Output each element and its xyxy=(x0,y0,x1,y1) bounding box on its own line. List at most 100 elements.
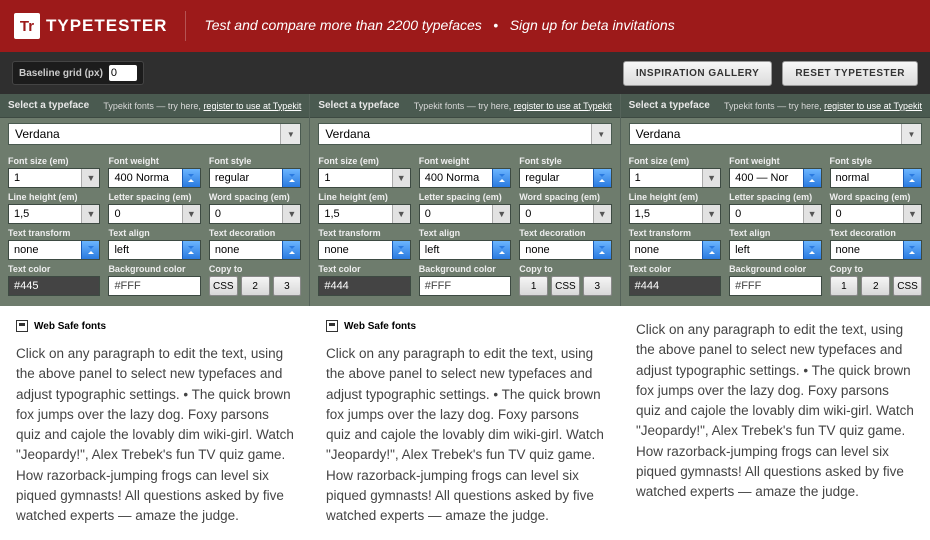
text-align-label: Text align xyxy=(108,228,200,238)
dropdown-icon xyxy=(182,241,200,259)
typeface-select[interactable]: Verdana ▼ xyxy=(318,123,611,145)
copy-button-1[interactable]: 1 xyxy=(519,276,548,296)
typekit-note: Typekit fonts — try here, register to us… xyxy=(103,101,301,111)
dropdown-icon: ▼ xyxy=(903,205,921,223)
font-style-field[interactable]: normal xyxy=(830,168,922,188)
copy-button-2[interactable]: 2 xyxy=(241,276,270,296)
font-style-label: Font style xyxy=(830,156,922,166)
text-transform-control: Text transform none xyxy=(318,228,410,260)
tagline-b[interactable]: Sign up for beta invitations xyxy=(510,17,675,33)
text-transform-label: Text transform xyxy=(629,228,721,238)
letter-spacing-label: Letter spacing (em) xyxy=(419,192,511,202)
typekit-link[interactable]: register to use at Typekit xyxy=(514,101,612,111)
font-weight-field[interactable]: 400 Norma xyxy=(108,168,200,188)
dropdown-icon xyxy=(593,241,611,259)
dropdown-icon: ▼ xyxy=(280,124,300,144)
text-decoration-field[interactable]: none xyxy=(830,240,922,260)
word-spacing-field[interactable]: 0 ▼ xyxy=(209,204,301,224)
copy-to-control: Copy to 1CSS3 xyxy=(519,264,611,296)
letter-spacing-field[interactable]: 0 ▼ xyxy=(108,204,200,224)
text-align-field[interactable]: left xyxy=(419,240,511,260)
logo[interactable]: Tr TYPETESTER xyxy=(14,13,167,39)
baseline-grid-control: Baseline grid (px) xyxy=(12,61,144,85)
dropdown-icon: ▼ xyxy=(282,205,300,223)
inspiration-gallery-button[interactable]: INSPIRATION GALLERY xyxy=(623,61,772,86)
copy-to-control: Copy to CSS23 xyxy=(209,264,301,296)
font-weight-field[interactable]: 400 — Nor xyxy=(729,168,821,188)
letter-spacing-field[interactable]: 0 ▼ xyxy=(729,204,821,224)
word-spacing-field[interactable]: 0 ▼ xyxy=(830,204,922,224)
sample-paragraph[interactable]: Click on any paragraph to edit the text,… xyxy=(16,344,294,526)
font-style-label: Font style xyxy=(519,156,611,166)
preview-column-1: Web Safe fonts Click on any paragraph to… xyxy=(0,306,310,540)
dropdown-icon xyxy=(803,169,821,187)
copy-button-CSS[interactable]: CSS xyxy=(893,276,922,296)
font-weight-value: 400 Norma xyxy=(109,172,181,184)
font-weight-field[interactable]: 400 Norma xyxy=(419,168,511,188)
text-align-label: Text align xyxy=(729,228,821,238)
bg-color-field[interactable]: #FFF xyxy=(419,276,511,296)
word-spacing-field[interactable]: 0 ▼ xyxy=(519,204,611,224)
text-align-field[interactable]: left xyxy=(729,240,821,260)
font-size-field[interactable]: 1 ▼ xyxy=(8,168,100,188)
font-style-field[interactable]: regular xyxy=(209,168,301,188)
settings-panel-2: Select a typeface Typekit fonts — try he… xyxy=(310,94,620,306)
letter-spacing-label: Letter spacing (em) xyxy=(108,192,200,202)
typeface-select[interactable]: Verdana ▼ xyxy=(629,123,922,145)
text-color-field[interactable]: #444 xyxy=(629,276,721,296)
bg-color-field[interactable]: #FFF xyxy=(108,276,200,296)
font-size-value: 1 xyxy=(9,172,81,184)
site-header: Tr TYPETESTER Test and compare more than… xyxy=(0,0,930,52)
word-spacing-label: Word spacing (em) xyxy=(519,192,611,202)
sample-paragraph[interactable]: Click on any paragraph to edit the text,… xyxy=(326,344,604,526)
text-decoration-field[interactable]: none xyxy=(519,240,611,260)
reset-typetester-button[interactable]: RESET TYPETESTER xyxy=(782,61,918,86)
copy-to-label: Copy to xyxy=(209,264,301,274)
text-align-control: Text align left xyxy=(729,228,821,260)
baseline-input[interactable] xyxy=(109,65,137,81)
baseline-label: Baseline grid (px) xyxy=(19,68,103,79)
copy-button-CSS[interactable]: CSS xyxy=(551,276,580,296)
dropdown-icon xyxy=(593,169,611,187)
letter-spacing-field[interactable]: 0 ▼ xyxy=(419,204,511,224)
text-decoration-field[interactable]: none xyxy=(209,240,301,260)
text-color-field[interactable]: #444 xyxy=(318,276,410,296)
text-transform-field[interactable]: none xyxy=(629,240,721,260)
typeface-select[interactable]: Verdana ▼ xyxy=(8,123,301,145)
text-transform-field[interactable]: none xyxy=(318,240,410,260)
line-height-field[interactable]: 1,5 ▼ xyxy=(629,204,721,224)
typekit-link[interactable]: register to use at Typekit xyxy=(824,101,922,111)
copy-button-3[interactable]: 3 xyxy=(273,276,302,296)
bg-color-field[interactable]: #FFF xyxy=(729,276,821,296)
sample-paragraph[interactable]: Click on any paragraph to edit the text,… xyxy=(636,320,914,502)
font-size-field[interactable]: 1 ▼ xyxy=(629,168,721,188)
word-spacing-control: Word spacing (em) 0 ▼ xyxy=(209,192,301,224)
text-decoration-label: Text decoration xyxy=(209,228,301,238)
text-color-value: #444 xyxy=(630,280,720,292)
text-transform-value: none xyxy=(319,244,391,256)
text-align-value: left xyxy=(109,244,181,256)
font-style-field[interactable]: regular xyxy=(519,168,611,188)
copy-button-CSS[interactable]: CSS xyxy=(209,276,238,296)
typeface-value: Verdana xyxy=(319,124,590,144)
dropdown-icon: ▼ xyxy=(591,124,611,144)
typekit-note: Typekit fonts — try here, register to us… xyxy=(724,101,922,111)
text-transform-field[interactable]: none xyxy=(8,240,100,260)
copy-button-3[interactable]: 3 xyxy=(583,276,612,296)
text-decoration-control: Text decoration none xyxy=(209,228,301,260)
font-size-value: 1 xyxy=(319,172,391,184)
text-color-field[interactable]: #445 xyxy=(8,276,100,296)
line-height-field[interactable]: 1,5 ▼ xyxy=(8,204,100,224)
dropdown-icon: ▼ xyxy=(803,205,821,223)
typekit-link[interactable]: register to use at Typekit xyxy=(203,101,301,111)
line-height-field[interactable]: 1,5 ▼ xyxy=(318,204,410,224)
text-transform-label: Text transform xyxy=(8,228,100,238)
text-align-field[interactable]: left xyxy=(108,240,200,260)
font-size-field[interactable]: 1 ▼ xyxy=(318,168,410,188)
copy-button-2[interactable]: 2 xyxy=(861,276,890,296)
text-color-control: Text color #445 xyxy=(8,264,100,296)
dropdown-icon xyxy=(282,169,300,187)
text-align-value: left xyxy=(420,244,492,256)
preview-column-2: Web Safe fonts Click on any paragraph to… xyxy=(310,306,620,540)
copy-button-1[interactable]: 1 xyxy=(830,276,859,296)
